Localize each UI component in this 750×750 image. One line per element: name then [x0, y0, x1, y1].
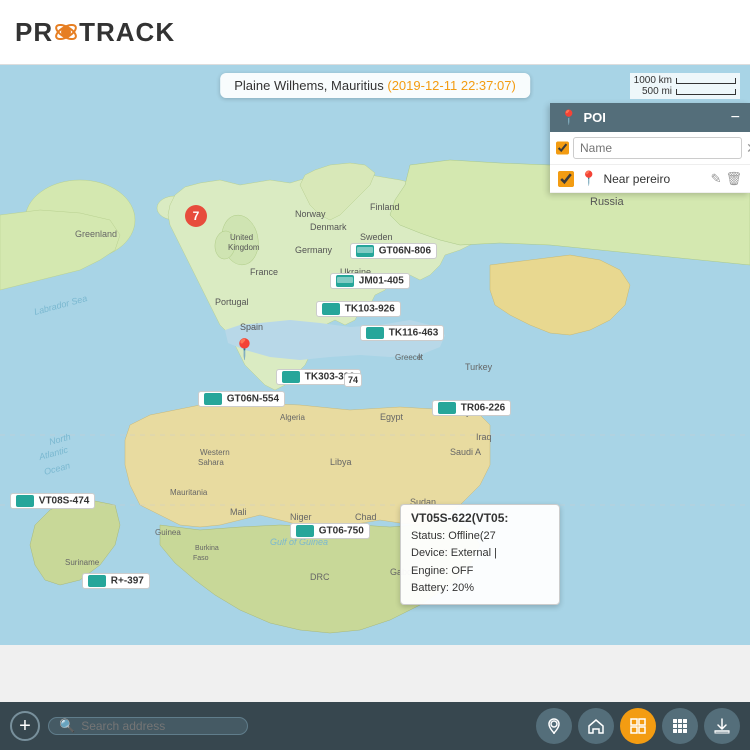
vehicle-label[interactable]: TR06-226	[432, 400, 511, 416]
bottom-icon-group	[256, 708, 740, 744]
vehicle-label[interactable]: TK116-463	[360, 325, 444, 341]
vehicle-label[interactable]: R+-397	[82, 573, 150, 589]
header: PR TRACK	[0, 0, 750, 65]
map-marker-red	[232, 337, 257, 362]
svg-text:Sweden: Sweden	[360, 232, 393, 242]
svg-text:Russia: Russia	[590, 196, 625, 208]
svg-text:Faso: Faso	[193, 555, 209, 562]
svg-text:Turkey: Turkey	[465, 362, 493, 372]
poi-title: POI	[583, 110, 605, 125]
location-datetime: (2019-12-11 22:37:07)	[387, 78, 515, 93]
svg-text:Norway: Norway	[295, 209, 326, 219]
bottom-bar: + 🔍	[0, 702, 750, 750]
svg-text:Libya: Libya	[330, 457, 352, 467]
vehicle-label-small[interactable]: 74	[344, 373, 362, 387]
poi-item-actions: ✎ 🗑	[711, 171, 742, 187]
svg-text:Spain: Spain	[240, 322, 263, 332]
vehicle-label[interactable]: JM01-405	[330, 273, 410, 289]
logo-orbit-icon	[54, 20, 78, 44]
scale-km-label: 1000 km	[634, 75, 672, 86]
logo: PR TRACK	[15, 17, 175, 48]
svg-text:Saudi A: Saudi A	[450, 447, 481, 457]
map-container[interactable]: Labrador Sea North Atlantic Ocean Gulf o…	[0, 65, 750, 645]
svg-text:United: United	[230, 233, 253, 242]
vehicle-label[interactable]: TK103-926	[316, 301, 401, 317]
popup-status: Status: Offline(27	[411, 528, 549, 546]
svg-text:Sahara: Sahara	[198, 458, 224, 467]
poi-item-icon: 📍	[580, 170, 597, 187]
poi-header: 📍 POI −	[550, 103, 750, 132]
location-bar: Plaine Wilhems, Mauritius (2019-12-11 22…	[220, 73, 530, 98]
poi-search-input[interactable]	[573, 137, 742, 159]
popup-engine: Engine: OFF	[411, 563, 549, 581]
poi-panel: 📍 POI − ✕ + 📍 Near pereiro ✎ 🗑	[550, 103, 750, 193]
grid-button[interactable]	[620, 708, 656, 744]
vehicle-label[interactable]: GT06N-554	[198, 391, 285, 407]
svg-text:Niger: Niger	[290, 512, 312, 522]
popup-title: VT05S-622(VT05:	[411, 511, 549, 525]
svg-text:DRC: DRC	[310, 572, 330, 582]
poi-delete-button[interactable]: 🗑	[725, 171, 742, 187]
svg-text:France: France	[250, 267, 278, 277]
svg-text:Guinea: Guinea	[155, 528, 181, 537]
logo-text-pr: PR	[15, 17, 53, 48]
download-button[interactable]	[704, 708, 740, 744]
svg-text:Chad: Chad	[355, 512, 377, 522]
svg-text:Finland: Finland	[370, 202, 400, 212]
svg-text:Iraq: Iraq	[476, 432, 492, 442]
scale-mi-label: 500 mi	[642, 86, 672, 97]
svg-text:It: It	[418, 352, 424, 362]
popup-battery: Battery: 20%	[411, 580, 549, 598]
vehicle-label[interactable]: VT08S-474	[10, 493, 95, 509]
poi-edit-button[interactable]: ✎	[711, 171, 722, 187]
svg-text:Denmark: Denmark	[310, 222, 347, 232]
popup-device: Device: External |	[411, 545, 549, 563]
vehicle-label[interactable]: GT06-750	[290, 523, 370, 539]
search-bar: 🔍	[48, 717, 248, 735]
svg-text:Algeria: Algeria	[280, 413, 305, 422]
poi-item-checkbox[interactable]	[558, 171, 574, 187]
poi-search-clear-icon[interactable]: ✕	[746, 140, 750, 157]
poi-minimize-button[interactable]: −	[731, 110, 740, 126]
scale-km-line	[676, 78, 736, 84]
svg-text:Egypt: Egypt	[380, 412, 404, 422]
svg-text:Kingdom: Kingdom	[228, 243, 260, 252]
svg-text:Burkina: Burkina	[195, 545, 219, 552]
scale-mi-line	[676, 89, 736, 95]
svg-text:Mauritania: Mauritania	[170, 488, 208, 497]
svg-text:Portugal: Portugal	[215, 297, 249, 307]
location-pin-button[interactable]	[536, 708, 572, 744]
cluster-badge[interactable]: 7	[185, 205, 207, 227]
poi-search-row: ✕ +	[550, 132, 750, 165]
add-button[interactable]: +	[10, 711, 40, 741]
vehicle-popup: VT05S-622(VT05: Status: Offline(27 Devic…	[400, 504, 560, 605]
poi-item-name: Near pereiro	[603, 172, 704, 186]
location-text: Plaine Wilhems, Mauritius	[234, 78, 384, 93]
poi-location-icon: 📍	[560, 109, 577, 126]
svg-text:Germany: Germany	[295, 245, 333, 255]
vehicle-label[interactable]: GT06N-806	[350, 243, 437, 259]
svg-text:Greenland: Greenland	[75, 229, 117, 239]
poi-item: 📍 Near pereiro ✎ 🗑	[550, 165, 750, 193]
logo-text-track: TRACK	[79, 17, 175, 48]
svg-text:Mali: Mali	[230, 507, 247, 517]
poi-title-group: 📍 POI	[560, 109, 606, 126]
search-icon: 🔍	[59, 718, 75, 734]
poi-all-checkbox[interactable]	[556, 140, 569, 156]
scale-bar: 1000 km 500 mi	[630, 73, 740, 99]
svg-text:Suriname: Suriname	[65, 558, 100, 567]
apps-button[interactable]	[662, 708, 698, 744]
svg-text:Western: Western	[200, 448, 230, 457]
search-address-input[interactable]	[81, 719, 237, 733]
home-button[interactable]	[578, 708, 614, 744]
